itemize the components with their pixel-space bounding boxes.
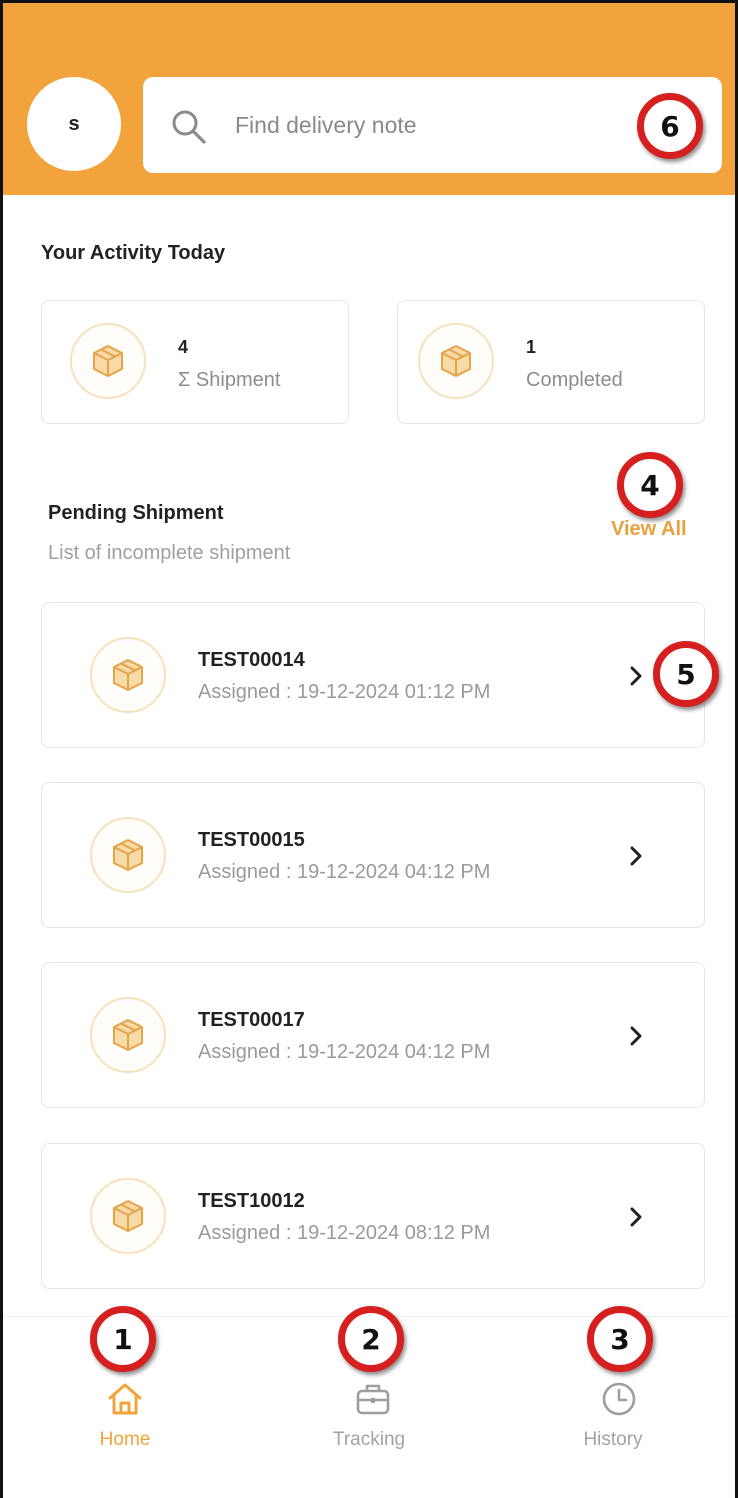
annotation-marker-6: 6 [637,93,703,159]
shipment-card[interactable]: TEST00017 Assigned : 19-12-2024 04:12 PM [41,962,705,1108]
box-icon-wrapper [90,1178,166,1254]
stat-value: 4 [178,337,189,357]
chevron-right-icon[interactable] [626,843,646,869]
search-bar[interactable] [143,77,722,173]
shipment-code: TEST00017 [198,1009,305,1031]
annotation-marker-4: 4 [617,452,683,518]
nav-label-tracking: Tracking [332,1429,406,1450]
annotation-marker-3: 3 [587,1306,653,1372]
stat-label: Σ Shipment [178,369,281,391]
stat-value: 1 [526,337,537,357]
avatar[interactable]: s [27,77,121,171]
pending-title: Pending Shipment [48,502,224,524]
search-icon [172,110,206,144]
stat-label: Completed [526,369,623,391]
package-icon [441,345,471,377]
shipment-assigned: Assigned : 19-12-2024 04:12 PM [198,861,491,883]
box-icon-wrapper [418,323,494,399]
stat-card-shipment[interactable]: 4 Σ Shipment [41,300,349,424]
nav-label-home: Home [99,1429,151,1450]
box-icon-wrapper [90,817,166,893]
shipment-assigned: Assigned : 19-12-2024 01:12 PM [198,681,491,703]
avatar-initial: s [68,112,80,135]
view-all-link[interactable]: View All [611,518,687,541]
shipment-assigned: Assigned : 19-12-2024 08:12 PM [198,1222,491,1244]
shipment-card[interactable]: TEST00014 Assigned : 19-12-2024 01:12 PM [41,602,705,748]
box-icon-wrapper [90,997,166,1073]
chevron-right-icon[interactable] [626,663,646,689]
chevron-right-icon[interactable] [626,1023,646,1049]
annotation-marker-1: 1 [90,1306,156,1372]
app-header: s [3,3,735,195]
package-icon [93,345,123,377]
shipment-assigned: Assigned : 19-12-2024 04:12 PM [198,1041,491,1063]
stat-card-completed[interactable]: 1 Completed [397,300,705,424]
package-icon [113,839,143,871]
shipment-code: TEST10012 [198,1190,305,1212]
package-icon [113,1200,143,1232]
box-icon-wrapper [90,637,166,713]
search-input[interactable] [235,103,615,147]
briefcase-icon [356,1384,390,1415]
pending-subtitle: List of incomplete shipment [48,542,291,564]
shipment-code: TEST00015 [198,829,305,851]
annotation-marker-5: 5 [653,641,719,707]
chevron-right-icon[interactable] [626,1204,646,1230]
shipment-card[interactable]: TEST00015 Assigned : 19-12-2024 04:12 PM [41,782,705,928]
box-icon-wrapper [70,323,146,399]
package-icon [113,659,143,691]
package-icon [113,1019,143,1051]
shipment-code: TEST00014 [198,649,305,671]
shipment-card[interactable]: TEST10012 Assigned : 19-12-2024 08:12 PM [41,1143,705,1289]
home-icon [108,1383,142,1415]
nav-label-history: History [583,1429,643,1450]
annotation-marker-2: 2 [338,1306,404,1372]
activity-title: Your Activity Today [41,242,226,264]
clock-icon [602,1382,636,1416]
